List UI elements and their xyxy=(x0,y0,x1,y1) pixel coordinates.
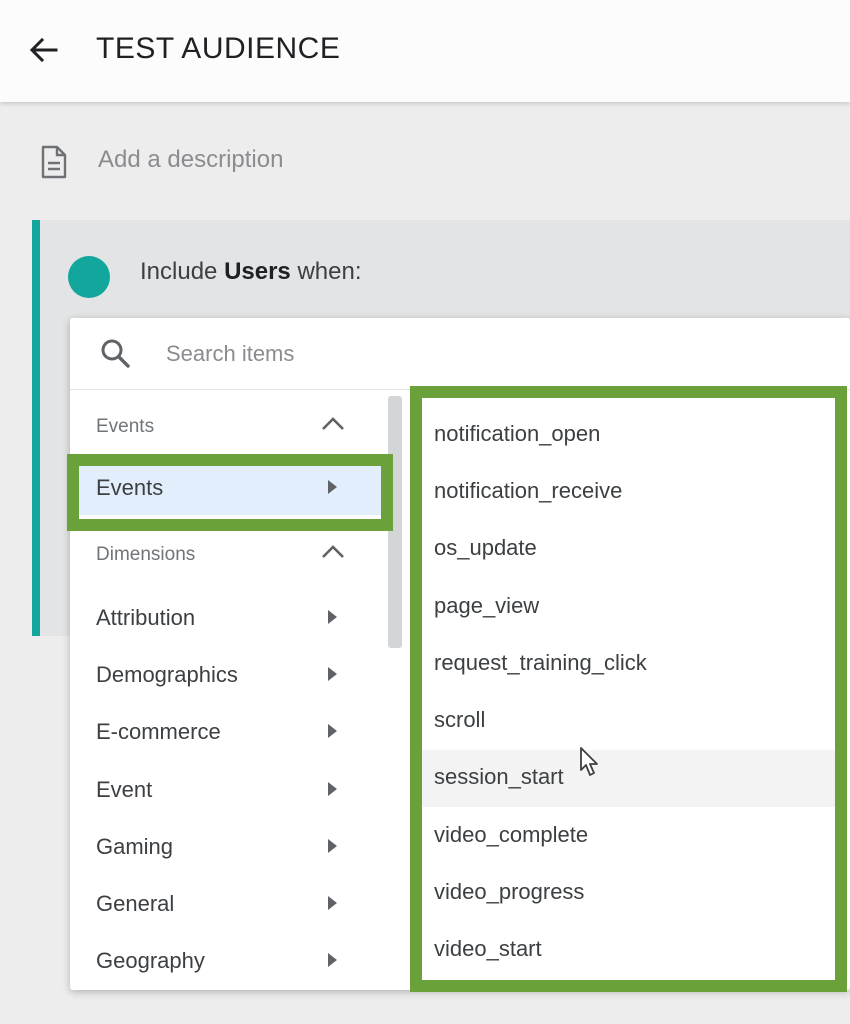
description-input[interactable]: Add a description xyxy=(98,146,283,174)
arrow-left-icon xyxy=(29,37,58,63)
event-item[interactable]: page_view xyxy=(420,579,840,636)
caret-right-icon xyxy=(328,480,337,494)
category-label: Geography xyxy=(96,948,205,973)
group-header-events[interactable]: Events xyxy=(70,394,385,454)
event-item[interactable]: video_start xyxy=(420,922,840,979)
event-label: video_progress xyxy=(434,879,585,904)
event-item[interactable]: notification_open xyxy=(420,407,840,464)
search-bar xyxy=(70,318,850,390)
event-label: request_training_click xyxy=(434,650,647,675)
category-label: Gaming xyxy=(96,834,174,859)
card-accent-bar xyxy=(32,220,40,636)
event-label: session_start xyxy=(434,764,564,789)
search-input[interactable] xyxy=(166,336,766,372)
event-label: notification_open xyxy=(434,421,601,446)
category-item-ecommerce[interactable]: E-commerce xyxy=(70,702,385,759)
event-item[interactable]: request_training_click xyxy=(420,636,840,693)
caret-right-icon xyxy=(328,839,337,853)
event-list: notification_open notification_receive o… xyxy=(420,398,840,984)
document-icon xyxy=(41,145,67,179)
caret-right-icon xyxy=(328,953,337,967)
category-label: Demographics xyxy=(96,662,238,687)
app-header: TEST AUDIENCE xyxy=(0,0,850,102)
chevron-up-icon xyxy=(322,417,344,430)
category-label: Events xyxy=(96,475,164,500)
mouse-cursor-icon xyxy=(580,747,598,776)
page-title: TEST AUDIENCE xyxy=(96,32,341,65)
event-label: os_update xyxy=(434,535,537,560)
category-item-event[interactable]: Event xyxy=(70,760,385,817)
group-label: Events xyxy=(96,416,155,437)
event-item[interactable]: session_start xyxy=(420,750,840,807)
category-scrollbar-thumb[interactable] xyxy=(388,396,402,648)
event-label: scroll xyxy=(434,707,486,732)
caret-right-icon xyxy=(328,782,337,796)
category-label: Event xyxy=(96,777,153,802)
caret-right-icon xyxy=(328,724,337,738)
event-label: page_view xyxy=(434,593,540,618)
dimension-picker-popup: Events Events Dimensions Attribution Dem… xyxy=(70,318,850,990)
category-label: General xyxy=(96,891,175,916)
category-label: Attribution xyxy=(96,605,196,630)
event-item[interactable]: video_complete xyxy=(420,808,840,865)
event-label: video_start xyxy=(434,936,542,961)
event-item[interactable]: video_progress xyxy=(420,865,840,922)
category-item-attribution[interactable]: Attribution xyxy=(70,588,385,645)
caret-right-icon xyxy=(328,896,337,910)
category-item-demographics[interactable]: Demographics xyxy=(70,645,385,702)
condition-suffix: when: xyxy=(290,258,362,285)
event-item[interactable]: notification_receive xyxy=(420,464,840,521)
condition-prefix: Include xyxy=(140,258,225,285)
group-label: Dimensions xyxy=(96,544,196,565)
search-icon xyxy=(101,339,130,368)
group-header-dimensions[interactable]: Dimensions xyxy=(70,522,385,582)
chevron-up-icon xyxy=(322,545,344,558)
category-label: E-commerce xyxy=(96,719,221,744)
event-item[interactable]: scroll xyxy=(420,693,840,750)
condition-title: Include Users when: xyxy=(140,258,362,286)
category-item-events[interactable]: Events xyxy=(70,458,385,515)
caret-right-icon xyxy=(328,610,337,624)
event-item[interactable]: os_update xyxy=(420,521,840,578)
category-list: Events Events Dimensions Attribution Dem… xyxy=(70,390,410,990)
caret-right-icon xyxy=(328,667,337,681)
event-label: video_complete xyxy=(434,822,589,847)
condition-subject: Users xyxy=(224,258,291,285)
event-label: notification_receive xyxy=(434,478,623,503)
category-item-general[interactable]: General xyxy=(70,874,385,931)
category-item-gaming[interactable]: Gaming xyxy=(70,817,385,874)
category-item-geography[interactable]: Geography xyxy=(70,931,385,988)
condition-dot xyxy=(68,256,110,298)
back-button[interactable] xyxy=(24,30,64,70)
